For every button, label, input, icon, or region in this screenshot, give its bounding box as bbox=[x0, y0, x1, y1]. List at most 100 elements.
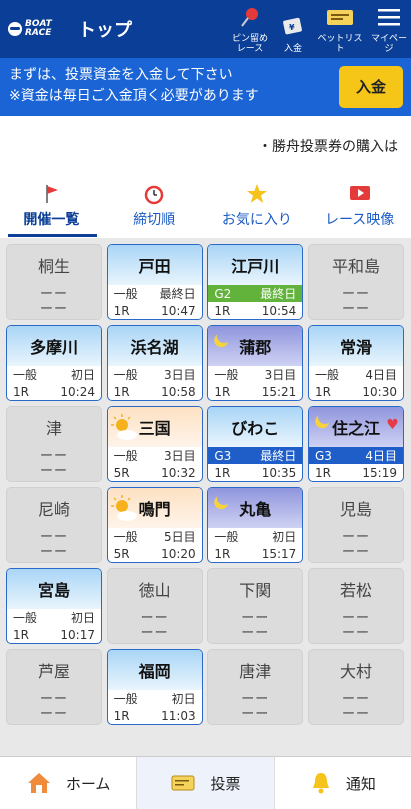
tab-race-video[interactable]: レース映像 bbox=[308, 180, 411, 238]
venue-name: 芦屋 bbox=[37, 662, 70, 681]
venue-grade: 一般 bbox=[214, 368, 239, 382]
venue-race: 1R bbox=[214, 465, 231, 480]
ticker-text: ・勝舟投票券の購入は bbox=[258, 139, 398, 155]
nav-vote[interactable]: 投票 bbox=[137, 757, 274, 809]
venue-dash-2: ーー bbox=[39, 545, 68, 560]
nav-vote-label: 投票 bbox=[210, 774, 241, 793]
alarm-clock-icon bbox=[143, 183, 165, 205]
my-page-button[interactable]: マイページ bbox=[367, 0, 411, 58]
venue-card[interactable]: びわこ G3 最終日 1R 10:35 bbox=[207, 406, 304, 482]
venue-race: 1R bbox=[113, 384, 130, 399]
deposit-notice: まずは、投票資金を入金して下さい ※資金は毎日ご入金頂く必要があります 入金 bbox=[0, 58, 411, 116]
venue-grade: G2 bbox=[214, 286, 232, 301]
venue-dash-1: ーー bbox=[341, 530, 370, 545]
venue-name: 江戸川 bbox=[231, 257, 280, 276]
venue-dash-1: ーー bbox=[140, 611, 169, 626]
venue-grade-row: 一般 4日目 bbox=[309, 366, 403, 383]
nav-notifications[interactable]: 通知 bbox=[275, 757, 411, 809]
venue-card[interactable]: 住之江 ♥ G3 4日目 1R 15:19 bbox=[307, 406, 404, 482]
venue-race: 1R bbox=[13, 627, 29, 642]
venue-name: 宮島 bbox=[37, 581, 70, 600]
venue-grade: 一般 bbox=[113, 692, 138, 706]
venue-grade: G3 bbox=[214, 448, 232, 463]
tab-favorites[interactable]: お気に入り bbox=[206, 180, 309, 238]
venue-name: 住之江 bbox=[331, 419, 380, 438]
venue-card[interactable]: 江戸川 G2 最終日 1R 10:54 bbox=[207, 244, 304, 320]
svg-text:¥: ¥ bbox=[289, 23, 295, 32]
venue-race: 5R bbox=[113, 465, 130, 480]
venue-card: 芦屋 ーー ーー bbox=[6, 649, 102, 725]
venue-card[interactable]: 宮島 一般 初日 1R 10:17 bbox=[6, 568, 102, 644]
bet-list-label: ベットリスト bbox=[317, 34, 363, 54]
bottom-nav: ホーム 投票 通知 bbox=[0, 756, 411, 809]
favorite-heart-icon[interactable]: ♥ bbox=[386, 417, 399, 433]
venue-grade-row: 一般 初日 bbox=[208, 528, 302, 545]
venue-grade: 一般 bbox=[113, 368, 138, 382]
venue-time: 10:20 bbox=[161, 546, 196, 561]
venue-grade-row: G2 最終日 bbox=[208, 285, 303, 302]
venue-name: びわこ bbox=[231, 419, 280, 438]
venue-race-row: 1R 10:35 bbox=[208, 464, 302, 481]
bet-list-button[interactable]: ベットリスト bbox=[315, 0, 365, 58]
venue-name: 鳴門 bbox=[138, 500, 171, 519]
nav-home[interactable]: ホーム bbox=[0, 757, 136, 809]
venue-card[interactable]: 多摩川 一般 初日 1R 10:24 bbox=[6, 325, 102, 401]
bell-icon bbox=[310, 771, 332, 795]
venue-grid: 桐生 ーー ーー 戸田 一般 最終日 1R 10:47 江戸川 G2 最終日 1R 10:54 平和島 ーー… bbox=[0, 238, 411, 756]
ticket-icon bbox=[170, 772, 196, 794]
venue-grade-row: 一般 初日 bbox=[7, 366, 101, 383]
venue-grade-row: 一般 3日目 bbox=[208, 366, 302, 383]
bet-list-icon bbox=[325, 7, 355, 32]
venue-day: 初日 bbox=[70, 368, 95, 382]
venue-grade: 一般 bbox=[13, 368, 38, 382]
venue-grade-row: G3 最終日 bbox=[208, 447, 303, 464]
venue-race: 1R bbox=[113, 708, 130, 723]
pinned-races-button[interactable]: ピン留め レース bbox=[227, 0, 273, 58]
tab-deadline-order-label: 締切順 bbox=[133, 212, 176, 228]
venue-grade: 一般 bbox=[314, 368, 339, 382]
venue-race-row: 1R 10:24 bbox=[7, 383, 101, 400]
venue-card[interactable]: 常滑 一般 4日目 1R 10:30 bbox=[307, 325, 404, 401]
venue-race-row: 1R 10:58 bbox=[108, 383, 202, 400]
venue-card: 津ーー ーー bbox=[6, 406, 102, 482]
venue-name: 桐生 bbox=[37, 257, 70, 276]
venue-race: 1R bbox=[314, 384, 331, 399]
venue-card[interactable]: 蒲郡 一般 3日目 1R 15:21 bbox=[207, 325, 304, 401]
venue-time: 10:30 bbox=[362, 384, 397, 399]
tab-schedule[interactable]: 開催一覧 bbox=[0, 180, 103, 238]
venue-card[interactable]: 浜名湖 一般 3日目 1R 10:58 bbox=[106, 325, 203, 401]
venue-dash-2: ーー bbox=[341, 302, 370, 317]
venue-race: 1R bbox=[214, 303, 231, 318]
venue-dash-1: ーー bbox=[39, 530, 68, 545]
deposit-header-button[interactable]: ¥ 入金 bbox=[277, 0, 309, 58]
venue-card: 大村 ーー ーー bbox=[307, 649, 404, 725]
venue-grade: 一般 bbox=[113, 530, 138, 544]
venue-dash-2: ーー bbox=[241, 707, 270, 722]
venue-name: 福岡 bbox=[138, 662, 171, 681]
venue-card[interactable]: 三国 一般 3日目 5R 10:32 bbox=[106, 406, 203, 482]
hamburger-menu-icon bbox=[377, 7, 401, 32]
venue-dash-2: ーー bbox=[39, 302, 68, 317]
venue-grade: 一般 bbox=[214, 530, 239, 544]
venue-dash-1: ーー bbox=[39, 287, 68, 302]
venue-day: 最終日 bbox=[159, 287, 196, 301]
venue-name: 三国 bbox=[138, 419, 171, 438]
venue-race-row: 1R 10:17 bbox=[7, 626, 101, 643]
venue-card[interactable]: 福岡 一般 初日 1R 11:03 bbox=[106, 649, 203, 725]
venue-name: 戸田 bbox=[138, 257, 171, 276]
deposit-button[interactable]: 入金 bbox=[339, 66, 403, 108]
venue-dash-1: ーー bbox=[341, 611, 370, 626]
venue-dash-2: ーー bbox=[39, 464, 68, 479]
venue-card[interactable]: 鳴門 一般 5日目 5R 10:20 bbox=[106, 487, 203, 563]
venue-card[interactable]: 戸田 一般 最終日 1R 10:47 bbox=[106, 244, 203, 320]
boatrace-logo[interactable]: BOAT RACE bbox=[8, 20, 66, 38]
venue-race: 1R bbox=[214, 384, 231, 399]
news-ticker[interactable]: ・勝舟投票券の購入は bbox=[0, 130, 411, 160]
venue-race-row: 5R 10:32 bbox=[108, 464, 202, 481]
app-root: BOAT RACE トップ ピン留め レース ¥ 入金 ベットリスト マイページ… bbox=[0, 0, 411, 809]
venue-card: 徳山 ーー ーー bbox=[106, 568, 203, 644]
venue-name: 浜名湖 bbox=[130, 338, 179, 357]
venue-card[interactable]: 丸亀 一般 初日 1R 15:17 bbox=[207, 487, 304, 563]
tab-deadline-order[interactable]: 締切順 bbox=[103, 180, 206, 238]
venue-race-row: 1R 10:30 bbox=[309, 383, 403, 400]
